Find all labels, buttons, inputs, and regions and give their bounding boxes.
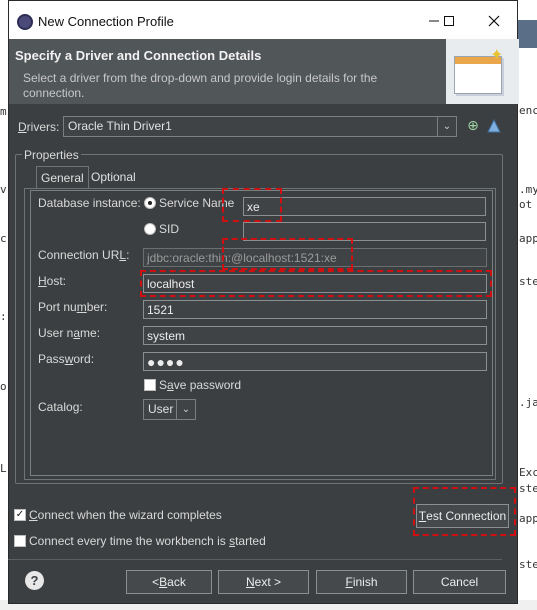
connect-when-completes-label: Connect when the wizard completes [29, 508, 222, 522]
catalog-value: User [148, 402, 174, 416]
database-instance-label: Database instance: [38, 196, 141, 210]
edit-driver-icon[interactable] [486, 118, 502, 134]
drivers-label-text: rivers: [26, 120, 60, 134]
close-button[interactable] [479, 9, 509, 33]
tab-general[interactable]: General [36, 166, 89, 189]
maximize-button[interactable] [434, 9, 464, 33]
test-connection-button[interactable]: Test Connection [416, 504, 509, 528]
save-password-label: Save password [159, 378, 242, 392]
sid-radio[interactable] [144, 223, 156, 235]
properties-group-label: Properties [22, 148, 81, 162]
drivers-label: Drivers: [18, 120, 60, 134]
title-bar: New Connection Profile [9, 1, 517, 39]
connection-url-label: Connection URL: [38, 248, 130, 262]
wizard-banner-image: ✦ [446, 39, 519, 104]
back-button[interactable]: < Back [126, 570, 212, 594]
drivers-combo[interactable]: Oracle Thin Driver1 ⌄ [63, 116, 457, 137]
catalog-label: Catalog: [38, 400, 83, 414]
catalog-combo[interactable]: User ⌄ [143, 399, 196, 420]
sid-input[interactable] [243, 222, 486, 241]
cancel-button[interactable]: Cancel [413, 570, 506, 594]
tab-optional-label: Optional [91, 170, 136, 184]
next-button[interactable]: Next > [218, 570, 309, 594]
host-label: Host: [38, 274, 67, 288]
window-title: New Connection Profile [38, 14, 174, 29]
finish-button[interactable]: Finish [316, 570, 407, 594]
chevron-down-icon: ⌄ [176, 400, 195, 419]
port-number-input[interactable]: 1521 [143, 300, 487, 319]
app-icon [17, 14, 33, 30]
save-password-checkbox[interactable] [144, 379, 156, 391]
background-editor-right: ence .my ot app ste .ja Exc ste app ste [517, 0, 537, 610]
drivers-value: Oracle Thin Driver1 [68, 119, 172, 133]
help-icon[interactable]: ? [25, 571, 44, 590]
maximize-icon [444, 16, 454, 26]
sid-label: SID [159, 222, 180, 236]
service-name-label: Service Name [159, 196, 235, 210]
password-label: Password: [38, 352, 95, 366]
connection-url-field: jdbc:oracle:thin:@localhost:1521:xe [143, 248, 487, 267]
user-name-input[interactable]: system [143, 326, 487, 345]
tab-optional[interactable]: Optional [87, 166, 140, 188]
password-mask: ●●●● [147, 354, 185, 370]
new-driver-icon[interactable]: ⊕ [465, 118, 481, 134]
test-connection-label: est Connection [426, 509, 507, 523]
password-input[interactable]: ●●●● [143, 352, 487, 371]
connect-every-time-label: Connect every time the workbench is star… [29, 534, 266, 548]
user-name-label: User name: [38, 326, 101, 340]
background-editor-left: mvc :oL [0, 0, 8, 610]
service-name-radio[interactable] [144, 197, 156, 209]
chevron-down-icon: ⌄ [437, 117, 456, 136]
port-number-label: Port number: [38, 300, 108, 314]
close-icon [488, 15, 500, 27]
connect-when-completes-checkbox[interactable]: ✓ [14, 509, 26, 521]
host-input[interactable]: localhost [143, 274, 487, 293]
wizard-header: Specify a Driver and Connection Details … [9, 39, 519, 104]
connect-every-time-checkbox[interactable] [14, 535, 26, 547]
service-name-input[interactable]: xe [243, 197, 486, 216]
wizard-description: Select a driver from the drop-down and p… [23, 71, 378, 100]
button-bar-separator [8, 559, 502, 560]
wizard-title: Specify a Driver and Connection Details [15, 48, 262, 63]
tab-general-label: General [41, 171, 84, 185]
